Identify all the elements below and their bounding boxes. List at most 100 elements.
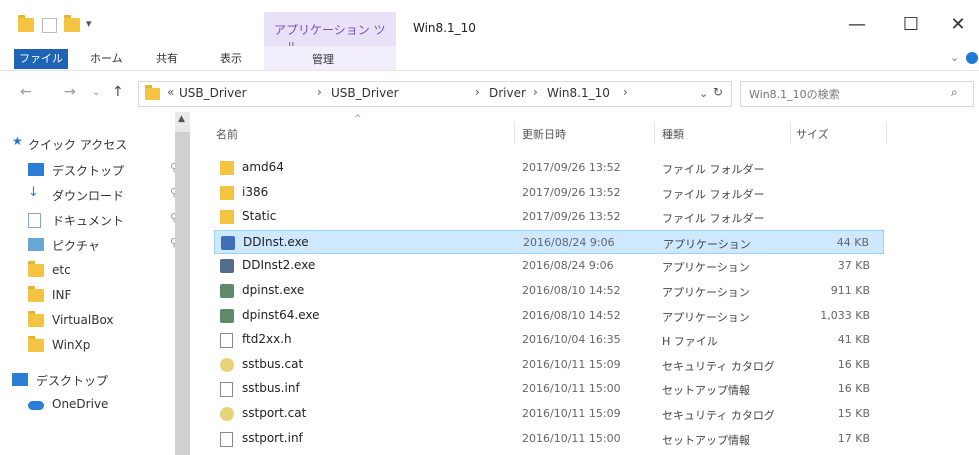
breadcrumb-win81-10[interactable]: Win8.1_10 — [547, 86, 610, 100]
address-history-dropdown[interactable]: ⌄ — [699, 87, 708, 100]
maximize-button[interactable]: ☐ — [896, 14, 926, 35]
inf-icon — [220, 431, 233, 447]
folder-icon — [28, 311, 44, 327]
file-row[interactable]: Static 2017/09/26 13:52 ファイル フォルダー — [214, 205, 884, 229]
folder-icon — [220, 210, 234, 225]
file-date: 2016/10/11 15:09 — [522, 407, 621, 420]
breadcrumb-usb-driver-2[interactable]: USB_Driver — [331, 86, 399, 100]
file-name: amd64 — [242, 160, 284, 174]
help-icon[interactable] — [966, 52, 978, 64]
header-divider — [886, 122, 887, 144]
quick-access-dropdown-icon[interactable]: ▾ — [86, 17, 92, 30]
file-row[interactable]: sstbus.inf 2016/10/11 15:00 セットアップ情報 16 KB — [214, 377, 884, 401]
file-date: 2016/10/11 15:00 — [522, 382, 621, 396]
close-button[interactable]: ✕ — [943, 14, 973, 35]
file-type: アプリケーション — [662, 310, 750, 324]
up-button[interactable]: ↑ — [112, 84, 124, 100]
file-type: ファイル フォルダー — [662, 212, 765, 226]
nav-scrollbar-thumb[interactable] — [175, 132, 190, 455]
file-row[interactable]: dpinst.exe 2016/08/10 14:52 アプリケーション 911 KB — [214, 279, 884, 303]
file-name: DDInst2.exe — [242, 258, 316, 273]
star-icon: ★ — [12, 134, 23, 148]
file-name: ftd2xx.h — [242, 332, 292, 347]
file-row[interactable]: sstport.cat 2016/10/11 15:09 セキュリティ カタログ 15… — [214, 402, 884, 426]
file-size: 44 KB — [836, 235, 869, 249]
file-list: 名前 ^ 更新日時 種類 サイズ amd64 2017/09/26 13:52 ファ… — [192, 112, 979, 455]
folder-icon — [28, 336, 44, 352]
file-row[interactable]: DDInst2.exe 2016/08/24 9:06 アプリケーション 37 KB — [214, 254, 884, 278]
file-type: ファイル フォルダー — [662, 163, 765, 176]
download-icon: ↓ — [28, 185, 39, 200]
header-divider — [790, 122, 791, 144]
breadcrumb-separator[interactable]: › — [623, 85, 628, 99]
breadcrumb-separator[interactable]: › — [533, 85, 538, 99]
address-bar[interactable]: « USB_Driver › USB_Driver › Driver › Win… — [138, 81, 732, 107]
file-row[interactable]: ftd2xx.h 2016/10/04 16:35 H ファイル 41 KB — [214, 328, 884, 352]
picture-icon — [28, 238, 44, 251]
search-box[interactable]: ⌕ — [740, 81, 974, 107]
folder-icon — [28, 286, 44, 302]
file-row[interactable]: i386 2017/09/26 13:52 ファイル フォルダー — [214, 181, 884, 205]
search-input[interactable] — [747, 85, 941, 103]
breadcrumb-separator[interactable]: › — [475, 85, 480, 99]
cloud-icon — [28, 401, 44, 410]
catalog-icon — [220, 407, 234, 421]
properties-icon[interactable] — [42, 18, 57, 33]
file-size: 41 KB — [837, 333, 870, 347]
file-row[interactable]: sstbus.cat 2016/10/11 15:09 セキュリティ カタログ 16 … — [214, 353, 884, 377]
file-name: Static — [242, 209, 277, 224]
file-size: 16 KB — [837, 357, 870, 371]
forward-button[interactable]: → — [64, 84, 76, 100]
minimize-button[interactable]: — — [842, 14, 872, 35]
folder-icon — [220, 185, 234, 200]
file-date: 2016/08/10 14:52 — [522, 308, 621, 322]
file-row[interactable]: amd64 2017/09/26 13:52 ファイル フォルダー — [214, 156, 884, 180]
tab-view[interactable]: 表示 — [220, 50, 242, 66]
path-overflow[interactable]: « — [167, 85, 174, 99]
search-icon[interactable]: ⌕ — [951, 85, 958, 100]
exe-icon — [220, 259, 234, 274]
folder-icon — [18, 15, 34, 32]
tab-file[interactable]: ファイル — [14, 49, 68, 69]
file-row[interactable]: DDInst.exe 2016/08/24 9:06 アプリケーション 44 KB — [214, 229, 884, 254]
recent-locations-button[interactable]: ⌄ — [92, 87, 100, 98]
tab-share[interactable]: 共有 — [156, 50, 178, 66]
exe-icon — [221, 235, 235, 250]
header-divider — [654, 122, 655, 144]
document-icon — [28, 213, 41, 228]
new-folder-icon[interactable] — [64, 15, 80, 32]
file-name: sstbus.inf — [242, 381, 300, 396]
file-type: アプリケーション — [662, 286, 750, 299]
file-name: sstport.inf — [242, 430, 303, 445]
breadcrumb-separator[interactable]: › — [317, 85, 322, 99]
file-row[interactable]: sstport.inf 2016/10/11 15:00 セットアップ情報 17 KB — [214, 427, 884, 451]
refresh-icon[interactable]: ↻ — [713, 85, 723, 99]
breadcrumb-driver[interactable]: Driver — [489, 86, 526, 100]
file-date: 2017/09/26 13:52 — [522, 161, 621, 174]
file-row[interactable]: dpinst64.exe 2016/08/10 14:52 アプリケーション 1,03… — [214, 304, 884, 328]
title-bar: ▾ アプリケーション ツール Win8.1_10 — ☐ ✕ — [0, 0, 979, 54]
folder-icon — [28, 261, 44, 277]
scroll-up-arrow[interactable]: ▲ — [178, 114, 185, 124]
tab-manage[interactable]: 管理 — [264, 46, 396, 70]
expand-ribbon-icon[interactable]: ⌄ — [950, 51, 959, 64]
file-name: dpinst64.exe — [242, 307, 320, 322]
column-header-name[interactable]: 名前 — [216, 126, 238, 142]
tab-manage-label: 管理 — [312, 53, 334, 66]
file-date: 2017/09/26 13:52 — [522, 185, 621, 199]
breadcrumb-usb-driver[interactable]: USB_Driver — [179, 86, 247, 100]
back-button[interactable]: ← — [20, 84, 32, 100]
installer-icon — [220, 284, 234, 298]
installer-icon — [220, 308, 234, 323]
file-date: 2016/08/24 9:06 — [523, 235, 615, 249]
column-header-size[interactable]: サイズ — [796, 126, 829, 142]
file-name: dpinst.exe — [242, 283, 305, 297]
file-name: DDInst.exe — [243, 234, 309, 249]
file-type: セットアップ情報 — [662, 384, 750, 398]
column-header-type[interactable]: 種類 — [662, 126, 684, 142]
file-name: sstport.cat — [242, 406, 307, 420]
file-size: 37 KB — [837, 259, 870, 273]
ribbon-tabs: ファイル ホーム 共有 表示 管理 ⌄ — [0, 46, 979, 71]
column-header-date[interactable]: 更新日時 — [522, 126, 566, 142]
tab-home[interactable]: ホーム — [90, 50, 123, 66]
